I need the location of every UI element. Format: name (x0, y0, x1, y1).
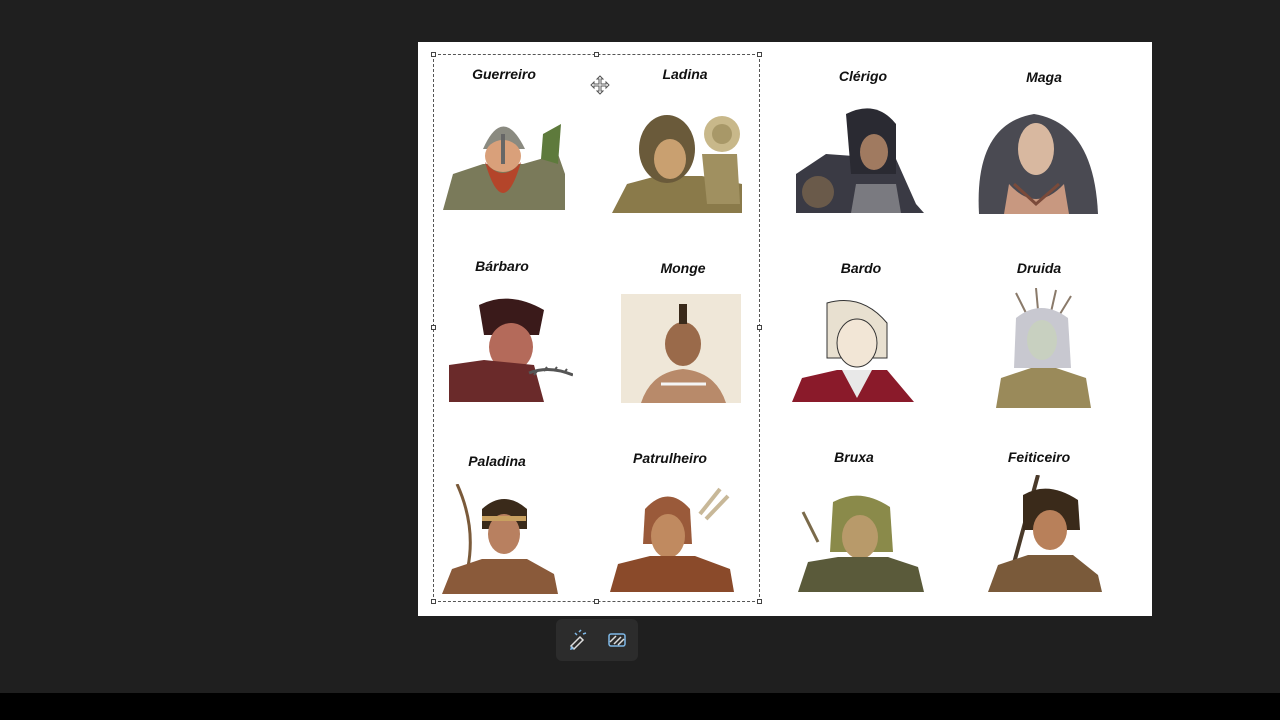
label-feiticeiro: Feiticeiro (1007, 449, 1071, 465)
label-paladina: Paladina (468, 453, 526, 469)
portrait-ladina[interactable] (612, 104, 742, 213)
taskbar (0, 693, 1280, 720)
portrait-paladina[interactable] (442, 484, 558, 594)
portrait-guerreiro[interactable] (443, 94, 565, 210)
resize-handle-right[interactable] (757, 325, 762, 330)
resize-handle-top-left[interactable] (431, 52, 436, 57)
resize-handle-bottom-right[interactable] (757, 599, 762, 604)
portrait-bardo[interactable] (792, 298, 916, 402)
document-canvas[interactable]: Guerreiro Ladina Clérigo Maga Bárbaro Mo… (418, 42, 1152, 616)
magic-edit-icon[interactable] (565, 628, 589, 652)
resize-handle-top[interactable] (594, 52, 599, 57)
label-bardo: Bardo (840, 260, 882, 276)
arrange-icon[interactable] (605, 628, 629, 652)
portrait-maga[interactable] (974, 104, 1100, 214)
portrait-bruxa[interactable] (798, 492, 924, 592)
move-cursor-icon (590, 75, 610, 95)
label-patrulheiro: Patrulheiro (633, 450, 707, 466)
label-bruxa: Bruxa (834, 449, 874, 465)
label-barbaro: Bárbaro (475, 258, 529, 274)
resize-handle-bottom-left[interactable] (431, 599, 436, 604)
resize-handle-top-right[interactable] (757, 52, 762, 57)
resize-handle-bottom[interactable] (594, 599, 599, 604)
portrait-feiticeiro[interactable] (988, 475, 1102, 592)
label-maga: Maga (1026, 69, 1062, 85)
resize-handle-left[interactable] (431, 325, 436, 330)
label-clerigo: Clérigo (838, 68, 888, 84)
floating-toolbar (556, 619, 638, 661)
portrait-clerigo[interactable] (796, 104, 924, 213)
label-guerreiro: Guerreiro (472, 66, 536, 82)
label-druida: Druida (1016, 260, 1062, 276)
portrait-monge[interactable] (621, 294, 741, 403)
label-ladina: Ladina (662, 66, 708, 82)
label-monge: Monge (660, 260, 706, 276)
portrait-druida[interactable] (986, 288, 1098, 408)
portrait-barbaro[interactable] (449, 295, 573, 402)
portrait-patrulheiro[interactable] (610, 484, 734, 592)
